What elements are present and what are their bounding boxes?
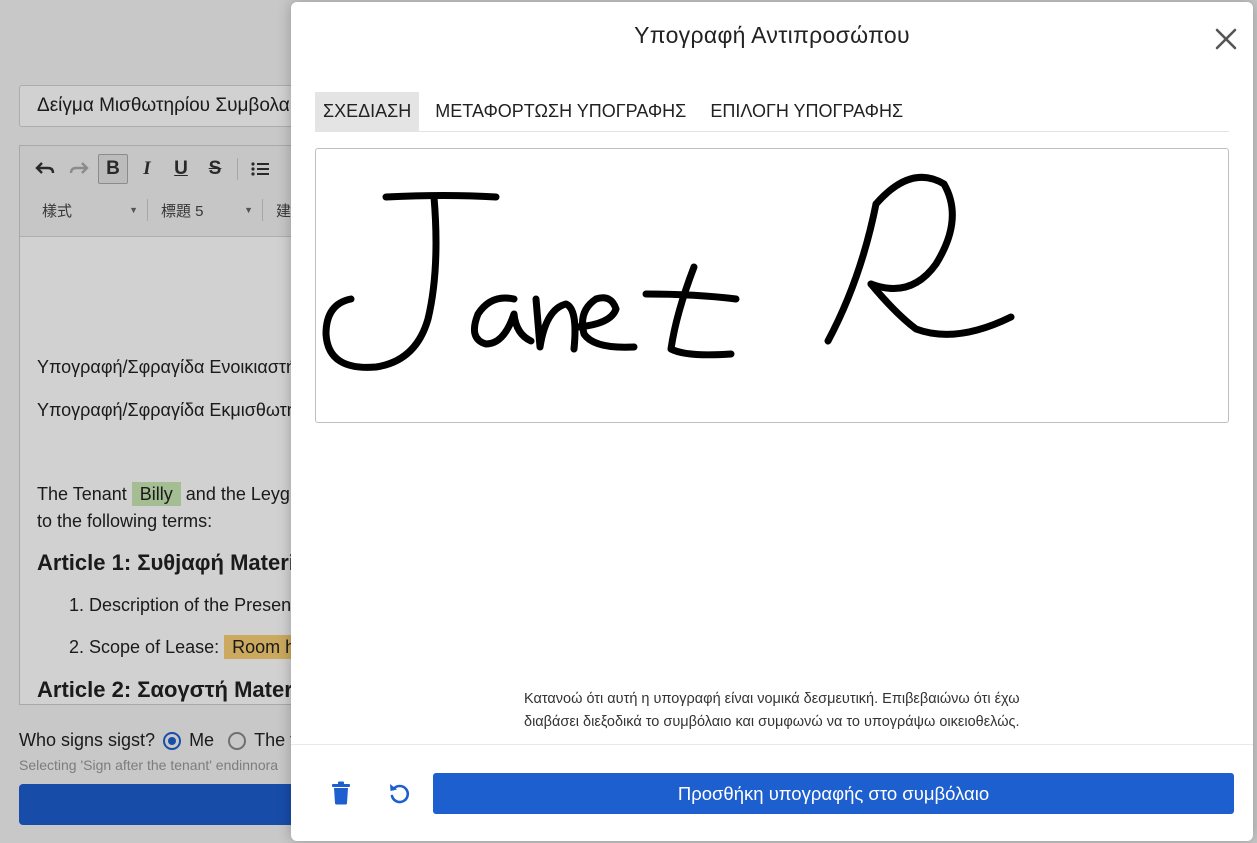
tab-draw[interactable]: ΣΧΕΔΙΑΣΗ — [315, 92, 420, 131]
legal-disclaimer: Κατανοώ ότι αυτή η υπογραφή είναι νομικά… — [524, 688, 1044, 734]
signature-modal: Υπογραφή Αντιπροσώπου ΣΧΕΔΙΑΣΗ ΜΕΤΑΦΟΡΤΩ… — [291, 2, 1253, 841]
tab-upload-signature[interactable]: ΜΕΤΑΦΟΡΤΩΣΗ ΥΠΟΓΡΑΦΗΣ — [427, 92, 694, 131]
tab-choose-signature[interactable]: ΕΠΙΛΟΓΗ ΥΠΟΓΡΑΦΗΣ — [702, 92, 911, 131]
add-signature-button[interactable]: Προσθήκη υπογραφής στο συμβόλαιο — [433, 773, 1234, 814]
footer-divider — [291, 744, 1253, 745]
close-icon[interactable] — [1211, 24, 1241, 54]
drawn-signature — [322, 173, 1015, 371]
signature-tabs: ΣΧΕΔΙΑΣΗ ΜΕΤΑΦΟΡΤΩΣΗ ΥΠΟΓΡΑΦΗΣ ΕΠΙΛΟΓΗ Υ… — [315, 92, 1229, 132]
signature-drawing-canvas[interactable] — [315, 148, 1229, 423]
legal-disclaimer-line: διαβάσει διεξοδικά το συμβόλαιο και συμφ… — [524, 714, 1020, 730]
trash-icon[interactable] — [324, 776, 358, 810]
reset-icon[interactable] — [382, 776, 416, 810]
legal-disclaimer-line: Κατανοώ ότι αυτή η υπογραφή είναι νομικά… — [524, 691, 1020, 707]
modal-title: Υπογραφή Αντιπροσώπου — [634, 22, 910, 48]
